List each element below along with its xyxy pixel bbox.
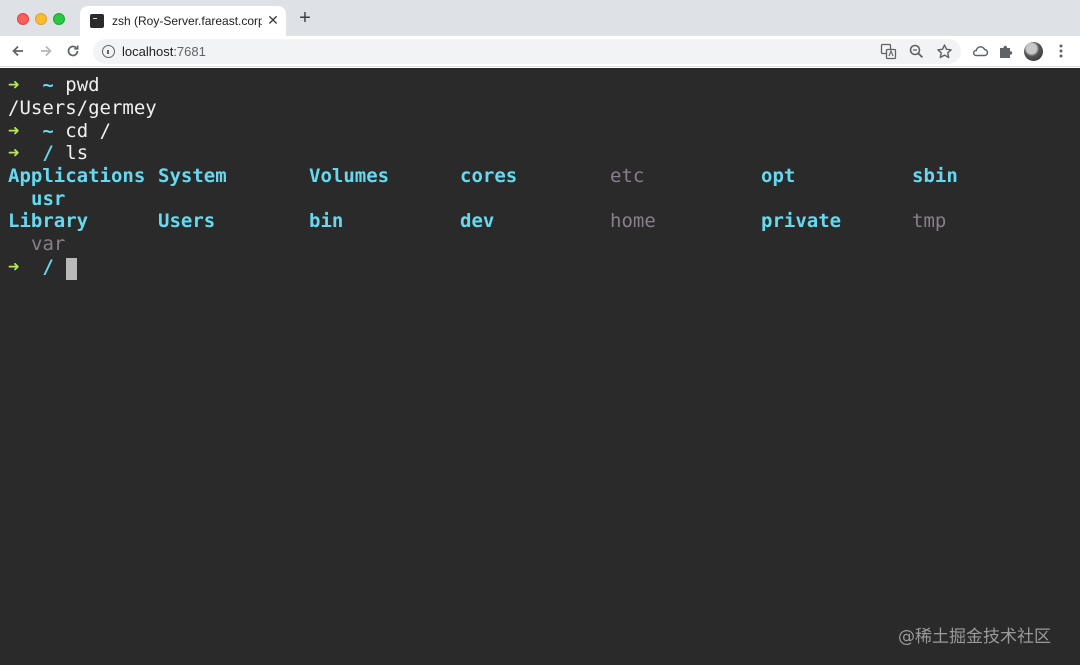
maximize-window-button[interactable] xyxy=(53,13,65,25)
watermark: @稀土掘金技术社区 xyxy=(898,627,1051,647)
prompt-arrow: ➜ xyxy=(8,256,20,278)
info-icon[interactable] xyxy=(102,45,115,58)
zoom-icon[interactable] xyxy=(908,43,925,60)
tab-strip: zsh (Roy-Server.fareast.corp.m ✕ + xyxy=(0,0,1080,36)
current-prompt: ➜ / xyxy=(8,256,54,278)
cloud-icon[interactable] xyxy=(971,42,989,60)
terminal-window[interactable]: ➜ ~ pwd /Users/germey ➜ ~ cd / ➜ / ls Ap… xyxy=(0,68,1080,665)
ls-entry: Users xyxy=(158,210,216,232)
prompt-dir: / xyxy=(42,256,54,278)
ls-entry: bin xyxy=(309,210,344,232)
ls-entry: opt xyxy=(761,165,796,187)
ls-entry: sbin xyxy=(912,165,958,187)
output-text: /Users/germey xyxy=(8,97,157,119)
prompt-arrow: ➜ xyxy=(8,74,20,96)
terminal-line: ➜ ~ pwd xyxy=(8,74,100,96)
prompt-dir: / xyxy=(42,142,54,164)
more-menu-icon[interactable] xyxy=(1052,42,1070,60)
ls-entry: Library xyxy=(8,210,89,232)
address-bar[interactable]: localhost:7681 xyxy=(93,39,961,64)
ls-entry: home xyxy=(610,210,656,232)
command-text: pwd xyxy=(65,74,100,96)
ls-entry: etc xyxy=(610,165,645,187)
close-window-button[interactable] xyxy=(17,13,29,25)
ls-entry: Applications xyxy=(8,165,146,187)
ls-entry: dev xyxy=(460,210,495,232)
ls-entry: private xyxy=(761,210,842,232)
minimize-window-button[interactable] xyxy=(35,13,47,25)
translate-icon[interactable] xyxy=(880,43,897,60)
back-icon[interactable] xyxy=(9,42,27,60)
forward-icon[interactable] xyxy=(37,42,55,60)
url-host: localhost xyxy=(122,44,174,59)
terminal-icon xyxy=(90,14,104,28)
prompt-arrow: ➜ xyxy=(8,120,20,142)
terminal-line: ➜ / ls xyxy=(8,142,88,164)
prompt-dir: ~ xyxy=(42,120,54,142)
prompt-dir: ~ xyxy=(42,74,54,96)
command-text: cd / xyxy=(65,120,112,142)
ls-entry: var xyxy=(31,233,66,255)
star-icon[interactable] xyxy=(936,43,953,60)
browser-toolbar: localhost:7681 xyxy=(0,36,1080,67)
terminal-output: /Users/germey xyxy=(8,97,157,119)
new-tab-button[interactable]: + xyxy=(296,8,314,28)
url-port: :7681 xyxy=(173,44,206,59)
terminal-line: ➜ ~ cd / xyxy=(8,120,111,142)
ls-entry: tmp xyxy=(912,210,947,232)
prompt-arrow: ➜ xyxy=(8,142,20,164)
ls-entry: cores xyxy=(460,165,518,187)
text-cursor xyxy=(66,258,77,280)
reload-icon[interactable] xyxy=(64,42,82,60)
close-tab-icon[interactable]: ✕ xyxy=(265,11,281,29)
command-text: ls xyxy=(65,142,89,164)
ls-entry: System xyxy=(158,165,227,187)
tab-title: zsh (Roy-Server.fareast.corp.m xyxy=(112,14,262,28)
browser-tab[interactable]: zsh (Roy-Server.fareast.corp.m ✕ xyxy=(80,6,286,36)
extensions-icon[interactable] xyxy=(997,42,1015,60)
ls-entry: usr xyxy=(31,188,66,210)
avatar[interactable] xyxy=(1024,42,1043,61)
url-text: localhost:7681 xyxy=(122,44,206,59)
ls-entry: Volumes xyxy=(309,165,390,187)
